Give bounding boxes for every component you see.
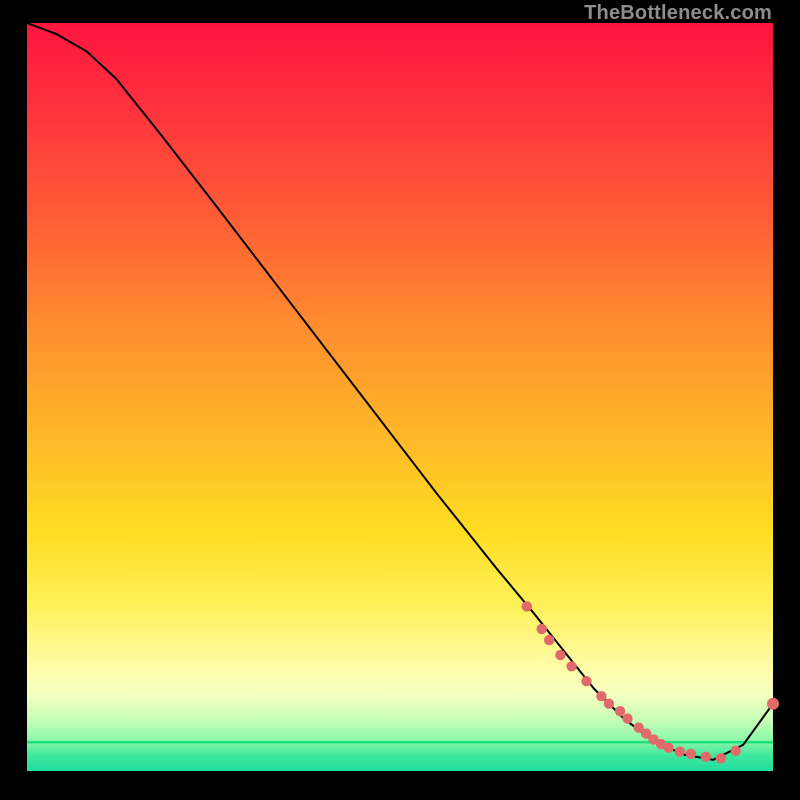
data-point <box>544 635 554 645</box>
data-point <box>537 624 547 634</box>
data-point <box>555 650 565 660</box>
data-point <box>716 753 726 763</box>
chart-svg <box>27 23 773 771</box>
data-point <box>663 743 673 753</box>
data-point <box>767 698 779 710</box>
data-point <box>675 746 685 756</box>
data-point <box>604 699 614 709</box>
data-point <box>615 706 625 716</box>
data-point <box>566 661 576 671</box>
data-point <box>522 601 532 611</box>
data-point <box>622 713 632 723</box>
data-point <box>581 676 591 686</box>
data-point <box>701 752 711 762</box>
line-series-curve <box>27 23 773 760</box>
plot-area <box>27 23 773 771</box>
watermark-text: TheBottleneck.com <box>584 2 772 25</box>
data-point <box>731 746 741 756</box>
data-point <box>686 749 696 759</box>
scatter-series-markers <box>522 601 779 763</box>
data-point <box>596 691 606 701</box>
chart-stage: TheBottleneck.com <box>0 0 800 800</box>
